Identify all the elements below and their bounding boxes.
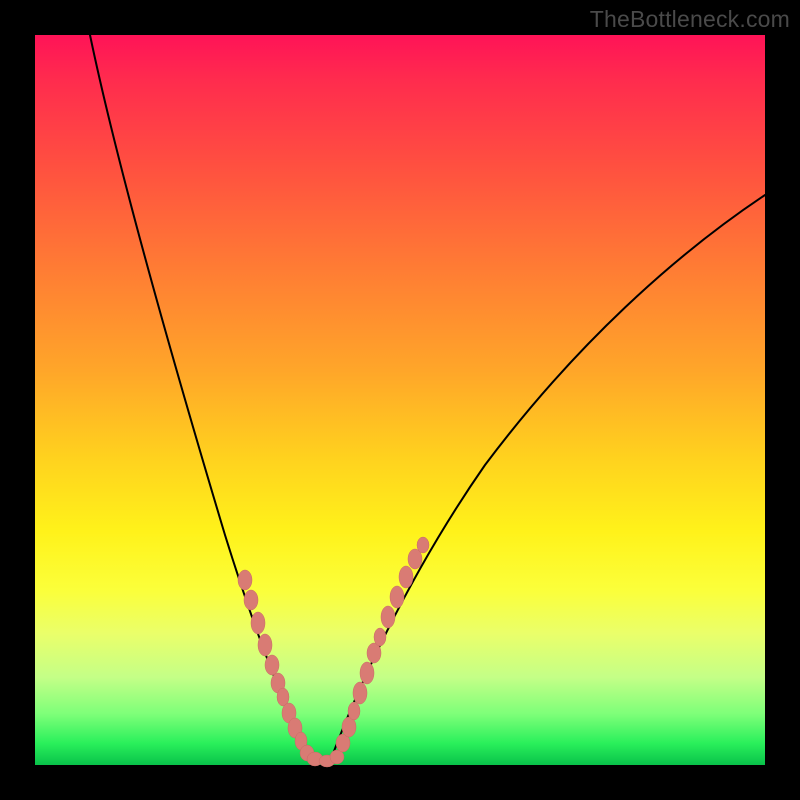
curve-layer [35,35,765,765]
watermark-text: TheBottleneck.com [590,6,790,33]
chart-frame: TheBottleneck.com [0,0,800,800]
right-bead-cluster [336,537,429,752]
left-bead-cluster [238,570,314,761]
left-curve [90,35,311,759]
plot-area [35,35,765,765]
vertex-bead-cluster [307,750,344,767]
right-curve [331,195,765,759]
